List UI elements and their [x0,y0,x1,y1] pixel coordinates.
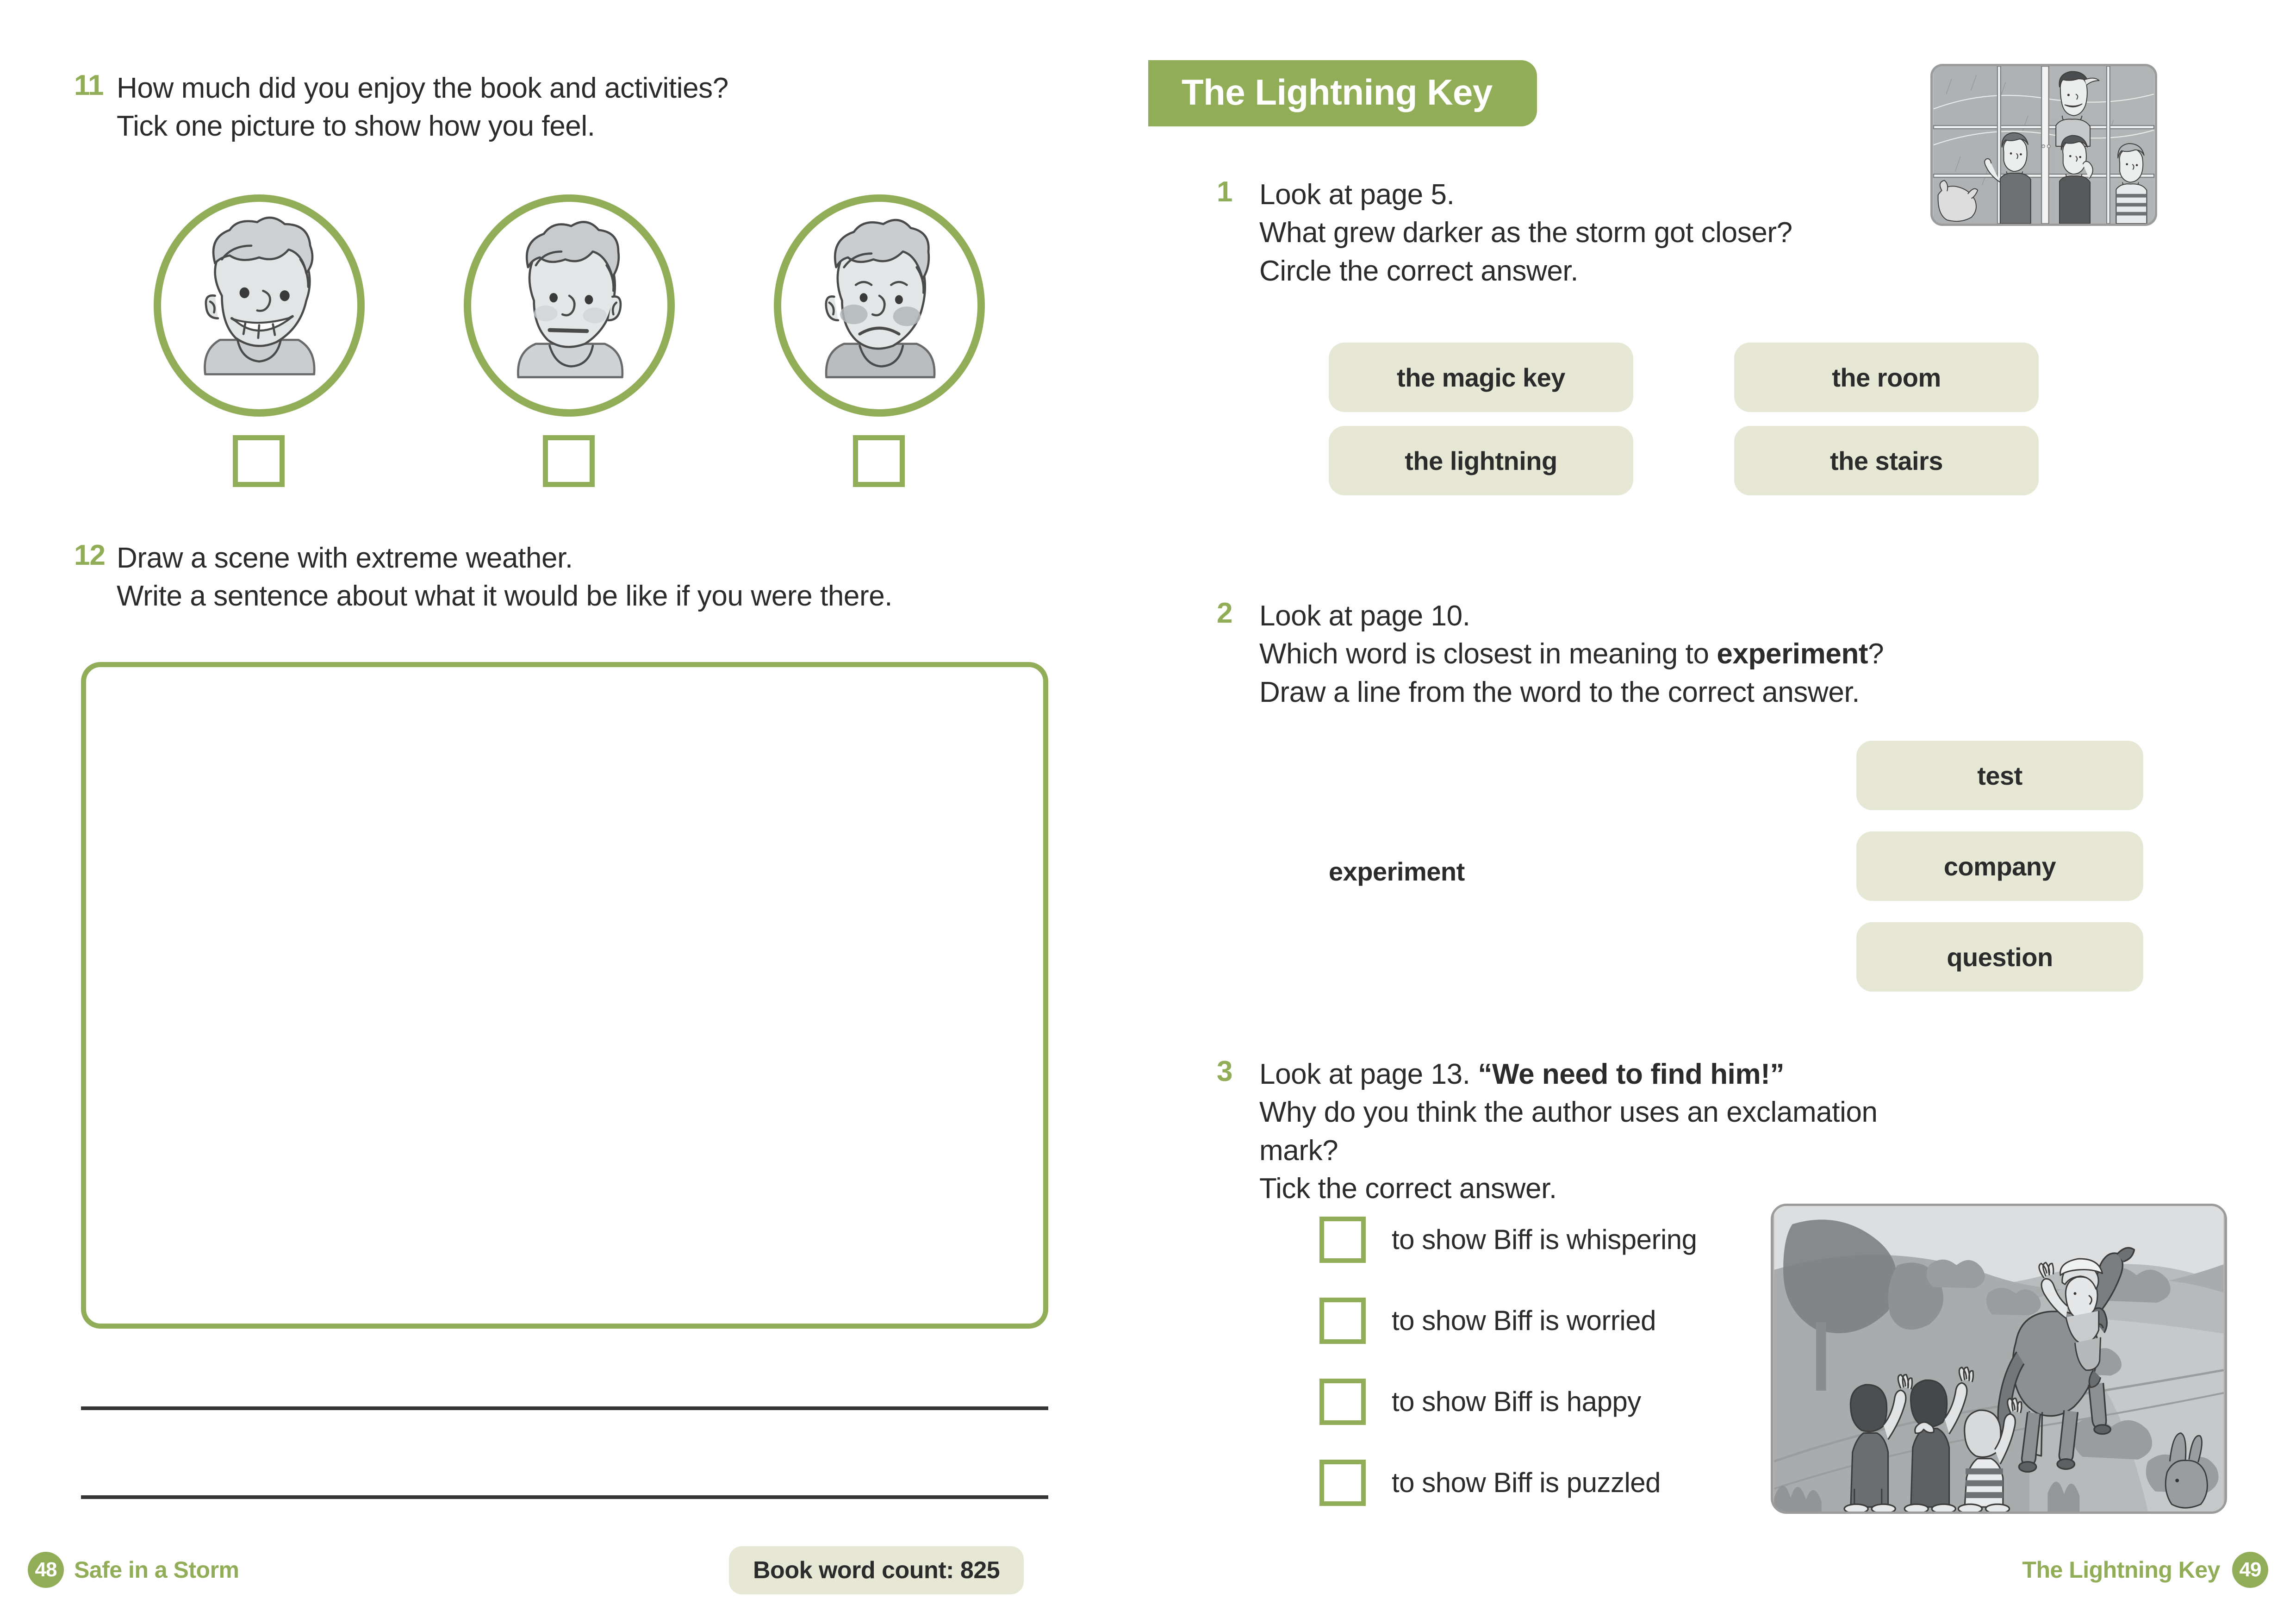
question-12-number: 12 [74,539,106,571]
question-2-line-3: Draw a line from the word to the correct… [1259,676,1860,708]
neutral-face-ring [464,194,675,417]
question-1-number: 1 [1217,176,1232,208]
sad-face-icon [825,219,936,379]
page-number-badge-48: 48 [28,1552,64,1588]
question-2-number: 2 [1217,597,1232,629]
feeling-option-sad[interactable] [773,194,986,417]
feeling-checkbox-neutral[interactable] [543,435,595,487]
question-11: 11 How much did you enjoy the book and a… [74,69,1046,146]
question-3: 3 Look at page 13. “We need to find him!… [1217,1056,1911,1208]
feeling-face-options [139,194,1018,426]
question-3-line-1: Look at page 13. “We need to find him!” [1259,1056,1911,1093]
right-footer-title: The Lightning Key [2022,1557,2220,1583]
left-footer-title: Safe in a Storm [74,1557,239,1583]
question-1: 1 Look at page 5. What grew darker as th… [1217,176,1911,290]
feeling-option-neutral[interactable] [463,194,676,417]
tick-checkbox-worried[interactable] [1319,1297,1366,1344]
writing-line-1[interactable] [81,1406,1048,1410]
question-3-number: 3 [1217,1056,1232,1087]
question-1-line-1: Look at page 5. [1259,179,1455,211]
option-the-lightning[interactable]: the lightning [1329,426,1633,495]
question-1-line-2: What grew darker as the storm got closer… [1259,217,1792,249]
match-source-word-experiment[interactable]: experiment [1329,856,1465,887]
question-11-line-1: How much did you enjoy the book and acti… [117,72,728,104]
sad-face-ring [774,194,985,417]
tick-label-worried: to show Biff is worried [1392,1305,1656,1336]
neutral-face-icon [517,221,624,379]
option-the-room[interactable]: the room [1734,343,2039,412]
option-the-stairs[interactable]: the stairs [1734,426,2039,495]
question-1-options: the magic key the room the lightning the… [1329,343,2116,509]
match-target-column: test company question [1856,741,2143,1013]
question-2-line-1: Look at page 10. [1259,600,1470,632]
tick-checkbox-puzzled[interactable] [1319,1459,1366,1506]
tick-label-happy: to show Biff is happy [1392,1386,1641,1417]
rainy-window-illustration [1930,64,2157,226]
question-12-line-1: Draw a scene with extreme weather. [117,542,573,574]
match-option-company[interactable]: company [1856,831,2143,901]
feeling-option-happy[interactable] [153,194,366,417]
right-page-footer: The Lightning Key 49 [2022,1552,2268,1588]
page-number-badge-49: 49 [2232,1552,2268,1588]
question-2-matching: experiment test company question [1329,741,2143,1000]
chapter-title-banner: The Lightning Key [1148,60,1537,126]
question-11-number: 11 [74,69,104,101]
option-the-magic-key[interactable]: the magic key [1329,343,1633,412]
question-12: 12 Draw a scene with extreme weather. Wr… [74,539,1092,616]
feeling-checkbox-happy[interactable] [233,435,285,487]
tick-checkbox-happy[interactable] [1319,1378,1366,1425]
tick-checkbox-whispering[interactable] [1319,1216,1366,1263]
workbook-page-spread: 11 How much did you enjoy the book and a… [0,0,2296,1624]
question-11-line-2: Tick one picture to show how you feel. [117,110,595,143]
match-option-question[interactable]: question [1856,922,2143,992]
happy-face-ring [154,194,365,417]
q2-line2-bold: experiment [1717,638,1868,670]
tick-label-whispering: to show Biff is whispering [1392,1224,1697,1255]
left-page-footer: 48 Safe in a Storm [28,1552,239,1588]
match-option-test[interactable]: test [1856,741,2143,810]
writing-line-2[interactable] [81,1495,1048,1499]
q2-line2-pre: Which word is closest in meaning to [1259,638,1717,670]
drawing-area[interactable] [81,662,1048,1329]
q3-line1-pre: Look at page 13. [1259,1058,1478,1090]
children-waving-scene-icon [1773,1206,2224,1512]
question-2: 2 Look at page 10. Which word is closest… [1217,597,1934,712]
q3-line1-bold: “We need to find him!” [1478,1058,1785,1090]
question-1-line-3: Circle the correct answer. [1259,255,1579,287]
horse-rider-illustration [1771,1204,2227,1514]
feeling-checkbox-sad[interactable] [853,435,905,487]
question-2-line-2: Which word is closest in meaning to expe… [1259,635,1934,673]
feeling-checkbox-row [139,435,1018,495]
question-3-line-2: Why do you think the author uses an excl… [1259,1096,1878,1167]
right-page: The Lightning Key 1 Look at page 5. What… [1148,0,2296,1624]
question-12-line-2: Write a sentence about what it would be … [117,580,893,612]
q2-line2-post: ? [1868,638,1884,670]
rainy-window-scene-icon [1933,66,2155,224]
book-word-count-badge: Book word count: 825 [729,1546,1024,1594]
left-page: 11 How much did you enjoy the book and a… [0,0,1148,1624]
tick-label-puzzled: to show Biff is puzzled [1392,1467,1661,1498]
happy-face-icon [204,216,316,375]
